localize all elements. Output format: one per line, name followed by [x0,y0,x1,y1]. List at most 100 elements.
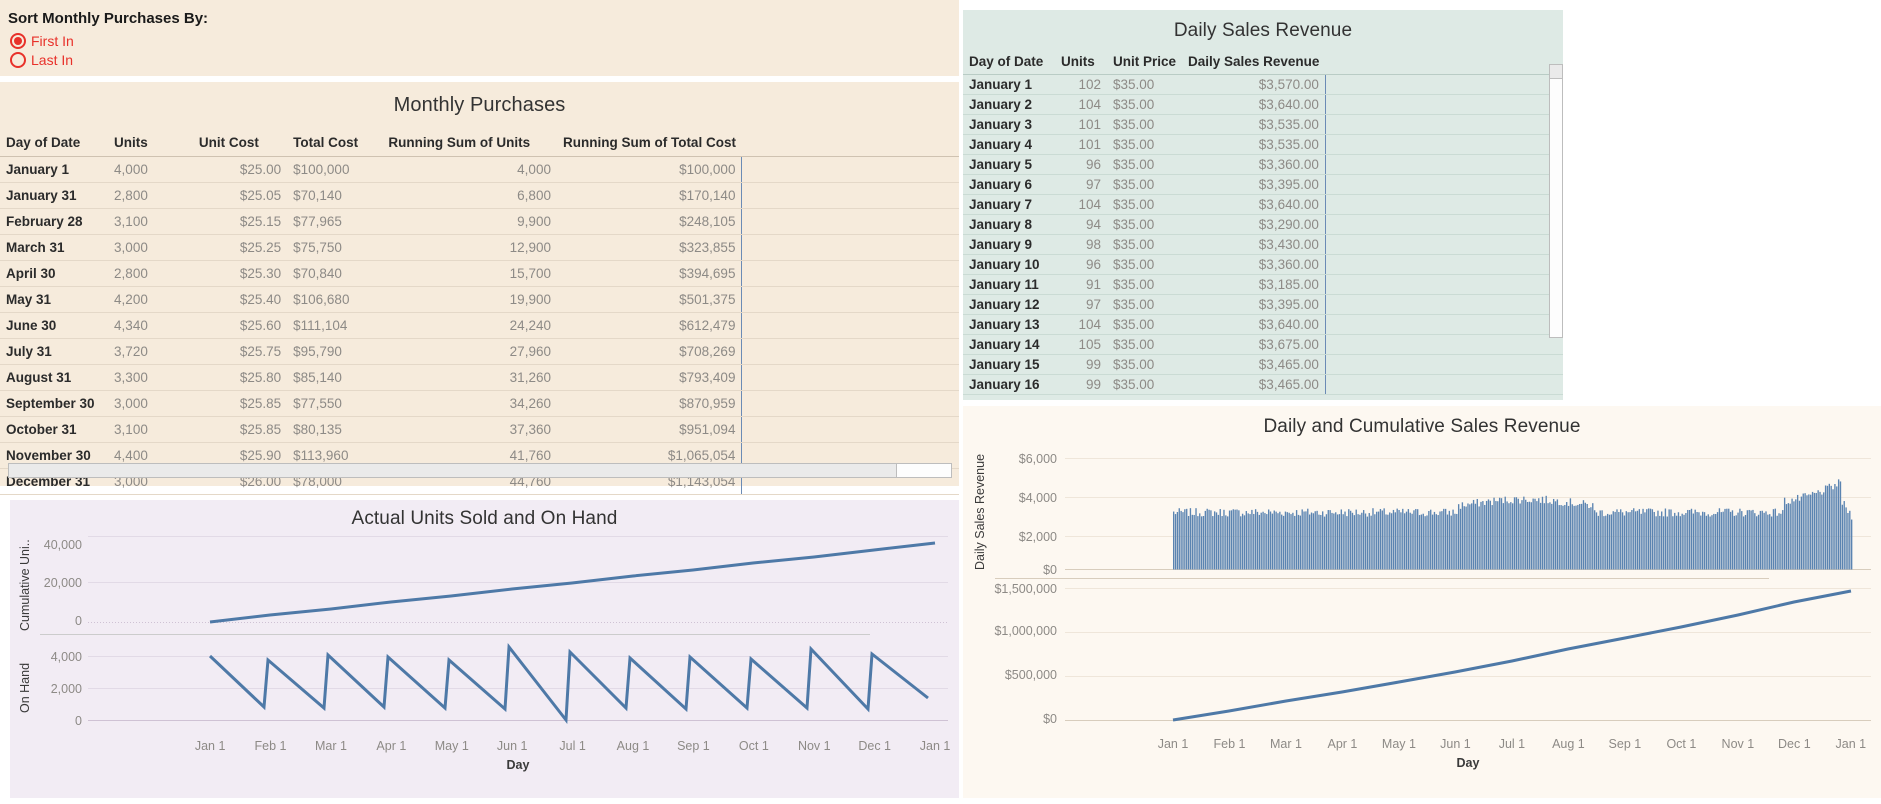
radio-option-last-in[interactable]: Last In [10,50,959,69]
xtick-actual-units-5: Jun 1 [496,739,528,753]
col-header-unit-cost[interactable]: Unit Cost [192,131,288,157]
table-row[interactable]: June 30 4,340 $25.60 $111,104 24,240 $612,479 [0,312,959,339]
cell-daily-sales-revenue: $3,430.00 [1182,234,1326,255]
radio-button-icon-first-in[interactable] [10,32,26,49]
cell-running-sum-total-cost: $323,855 [556,234,742,261]
table-row[interactable]: January 2 104 $35.00 $3,640.00 [963,94,1563,115]
table-row[interactable]: January 3 101 $35.00 $3,535.00 [963,114,1563,135]
table-row[interactable]: January 13 104 $35.00 $3,640.00 [963,314,1563,335]
col-header-units[interactable]: Units [108,131,193,157]
daily-sales-revenue-vertical-scrollbar[interactable] [1549,64,1563,338]
col-header-unit-price[interactable]: Unit Price [1107,51,1183,75]
radio-button-icon-last-in[interactable] [10,51,26,68]
cell-day-of-date: January 31 [0,182,109,209]
cell-unit-price: $35.00 [1107,214,1183,235]
table-row[interactable]: May 31 4,200 $25.40 $106,680 19,900 $501,375 [0,286,959,313]
scrollbar-thumb[interactable] [1550,65,1562,79]
cell-unit-price: $35.00 [1107,154,1183,175]
table-row[interactable]: January 12 97 $35.00 $3,395.00 [963,294,1563,315]
monthly-purchases-horizontal-scrollbar[interactable] [8,463,952,478]
cell-bar-marker [1324,174,1563,195]
col-header-daily-sales-revenue[interactable]: Daily Sales Revenue [1182,51,1326,75]
table-row[interactable]: January 15 99 $35.00 $3,465.00 [963,354,1563,375]
ytick-4000: 4,000 [50,650,82,664]
cell-running-sum-units: 4,000 [382,156,557,183]
col-header-total-cost[interactable]: Total Cost [287,131,383,157]
cell-running-sum-total-cost: $501,375 [556,286,742,313]
xtick-actual-units-4: May 1 [434,739,469,753]
cell-units: 3,000 [108,390,193,417]
xtick-daily-cumulative-8: Sep 1 [1608,737,1642,751]
cell-bar-marker [1324,274,1563,295]
cell-units: 4,000 [108,156,193,183]
cell-units: 4,200 [108,286,193,313]
table-row[interactable]: January 9 98 $35.00 $3,430.00 [963,234,1563,255]
sort-control-title: Sort Monthly Purchases By: [8,10,209,27]
cell-day-of-date: January 6 [963,174,1055,195]
cell-units: 3,300 [108,364,193,391]
col-header-units[interactable]: Units [1055,51,1107,75]
table-row[interactable]: February 28 3,100 $25.15 $77,965 9,900 $248,1… [0,208,959,235]
actual-units-chart-title: Actual Units Sold and On Hand [351,508,618,529]
xtick-actual-units-1: Feb 1 [254,739,287,753]
table-row[interactable]: October 31 3,100 $25.85 $80,135 37,360 $951,0… [0,416,959,443]
cell-bar-marker [1324,254,1563,275]
cell-units: 104 [1055,314,1107,335]
col-header-running-sum-units[interactable]: Running Sum of Units [382,131,557,157]
table-row[interactable]: January 6 97 $35.00 $3,395.00 [963,174,1563,195]
cell-running-sum-total-cost: $951,094 [556,416,742,443]
ytick-1500000: $1,500,000 [994,582,1057,596]
cell-unit-cost: $25.85 [192,390,288,417]
table-row[interactable]: January 8 94 $35.00 $3,290.00 [963,214,1563,235]
cell-units: 3,720 [108,338,193,365]
cell-units: 3,100 [108,208,193,235]
table-row[interactable]: January 4 101 $35.00 $3,535.00 [963,134,1563,155]
cell-daily-sales-revenue: $3,570.00 [1182,74,1326,95]
cumulative-revenue-plot [1065,588,1871,722]
table-row[interactable]: January 1 4,000 $25.00 $100,000 4,000 $100,00… [0,156,959,183]
xtick-daily-cumulative-1: Feb 1 [1213,737,1246,751]
cell-daily-sales-revenue: $3,290.00 [1182,214,1326,235]
cell-running-sum-total-cost: $708,269 [556,338,742,365]
table-row[interactable]: January 10 96 $35.00 $3,360.00 [963,254,1563,275]
cell-bar-marker [741,286,959,313]
cell-running-sum-total-cost: $248,105 [556,208,742,235]
table-row[interactable]: January 16 99 $35.00 $3,465.00 [963,374,1563,395]
daily-sales-revenue-panel: Daily Sales Revenue Day of Date Units Un… [963,10,1563,400]
xtick-daily-cumulative-0: Jan 1 [1157,737,1189,751]
col-header-day-of-date[interactable]: Day of Date [963,51,1055,75]
table-row[interactable]: July 31 3,720 $25.75 $95,790 27,960 $708,269 [0,338,959,365]
cell-daily-sales-revenue: $3,535.00 [1182,114,1326,135]
table-row[interactable]: January 11 91 $35.00 $3,185.00 [963,274,1563,295]
cell-unit-price: $35.00 [1107,174,1183,195]
daily-cumulative-x-axis: Jan 1 Feb 1 Mar 1 Apr 1 May 1 Jun 1 Jul 1 Aug 1… [1065,736,1871,754]
table-row[interactable]: March 31 3,000 $25.25 $75,750 12,900 $323,855 [0,234,959,261]
cumulative-units-plot [88,536,948,624]
table-row[interactable]: January 7 104 $35.00 $3,640.00 [963,194,1563,215]
actual-units-chart-body: Cumulative Uni.. 40,000 20,000 0 On Hand [10,536,959,786]
cumulative-units-ticks: 40,000 20,000 0 [40,536,86,634]
cell-units: 94 [1055,214,1107,235]
daily-sales-revenue-body: January 1 102 $35.00 $3,570.00 January 2 104 $… [963,74,1563,395]
ytick-40000: 40,000 [43,538,82,552]
table-row[interactable]: January 14 105 $35.00 $3,675.00 [963,334,1563,355]
table-row[interactable]: January 1 102 $35.00 $3,570.00 [963,74,1563,95]
radio-option-first-in[interactable]: First In [10,31,959,50]
cell-bar-marker [1324,354,1563,375]
cell-daily-sales-revenue: $3,640.00 [1182,94,1326,115]
table-row[interactable]: January 31 2,800 $25.05 $70,140 6,800 $170,14… [0,182,959,209]
table-row[interactable]: August 31 3,300 $25.80 $85,140 31,260 $793,40… [0,364,959,391]
col-header-running-sum-total-cost[interactable]: Running Sum of Total Cost [556,131,742,157]
cell-unit-price: $35.00 [1107,114,1183,135]
table-row[interactable]: April 30 2,800 $25.30 $70,840 15,700 $394,695 [0,260,959,287]
col-header-day-of-date[interactable]: Day of Date [0,131,109,157]
monthly-purchases-body: January 1 4,000 $25.00 $100,000 4,000 $100,00… [0,156,959,495]
cell-unit-price: $35.00 [1107,314,1183,335]
table-row[interactable]: January 5 96 $35.00 $3,360.00 [963,154,1563,175]
cell-running-sum-units: 6,800 [382,182,557,209]
daily-cumulative-revenue-chart-panel: Daily and Cumulative Sales Revenue Daily… [963,406,1881,798]
scrollbar-thumb[interactable] [9,464,897,477]
cell-unit-cost: $25.05 [192,182,288,209]
table-row[interactable]: September 30 3,000 $25.85 $77,550 34,260 $870… [0,390,959,417]
pane-divider [995,578,1769,579]
